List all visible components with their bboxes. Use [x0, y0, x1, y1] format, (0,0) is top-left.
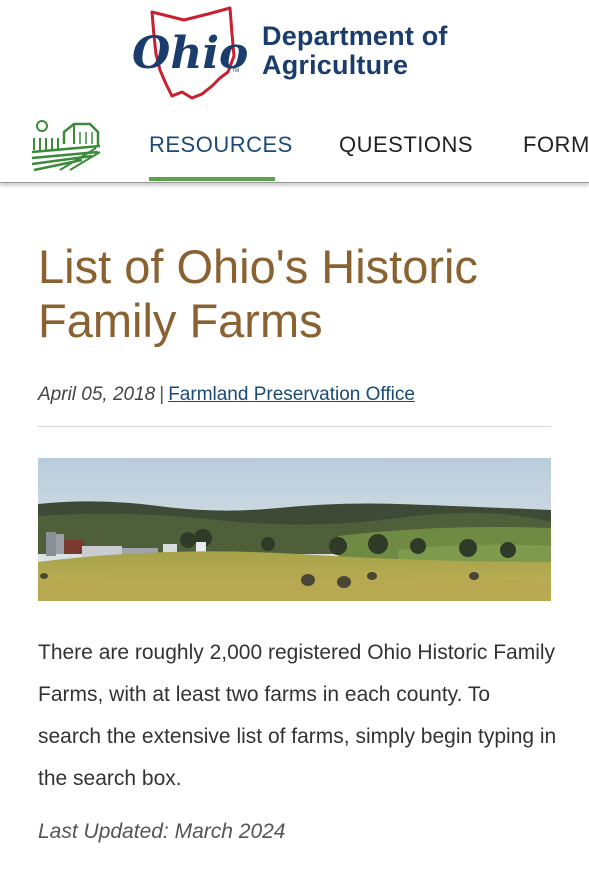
page-title: List of Ohio's Historic Family Farms	[38, 240, 478, 347]
publish-date: April 05, 2018	[38, 384, 156, 405]
ohio-state-logo-icon: Ohio TM	[132, 6, 248, 100]
site-header: Ohio TM Department of Agriculture	[0, 0, 589, 110]
last-updated: Last Updated: March 2024	[38, 820, 286, 843]
page: Ohio TM Department of Agriculture RESOUR…	[0, 0, 589, 872]
department-name: Department of Agriculture	[262, 22, 448, 80]
article-body: There are roughly 2,000 registered Ohio …	[38, 641, 557, 790]
nav-item-forms[interactable]: FORMS	[523, 132, 589, 158]
dept-line-1: Department of	[262, 21, 448, 51]
ohio-agriculture-logo[interactable]: Ohio TM Department of Agriculture	[128, 6, 468, 102]
author-link[interactable]: Farmland Preservation Office	[168, 384, 415, 405]
article-meta: April 05, 2018 | Farmland Preservation Off…	[38, 384, 415, 406]
divider	[38, 426, 551, 427]
nav-active-indicator	[149, 177, 275, 181]
svg-text:Ohio: Ohio	[132, 28, 248, 79]
farm-landscape-image	[38, 458, 551, 601]
farm-barn-icon[interactable]	[30, 116, 104, 174]
meta-separator: |	[159, 384, 165, 405]
nav-item-resources[interactable]: RESOURCES	[149, 132, 293, 158]
dept-line-2: Agriculture	[262, 50, 409, 80]
main-nav: RESOURCES QUESTIONS FORMS	[0, 110, 589, 183]
svg-text:TM: TM	[232, 68, 239, 74]
nav-item-questions[interactable]: QUESTIONS	[339, 132, 473, 158]
